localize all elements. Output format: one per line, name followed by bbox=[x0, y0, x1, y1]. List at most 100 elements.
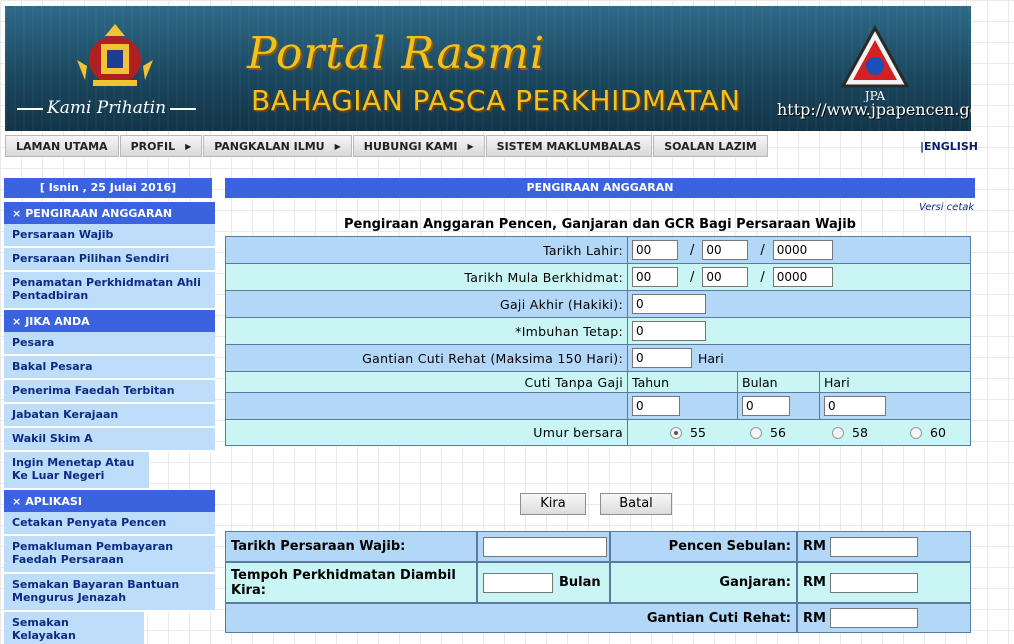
nav-sistem-maklumbalas[interactable]: SISTEM MAKLUMBALAS bbox=[485, 135, 653, 157]
sidebar-item-wakil-skim[interactable]: Wakil Skim A bbox=[4, 428, 215, 452]
radio-icon bbox=[910, 426, 922, 439]
row-cuti-tanpa-gaji-inputs bbox=[226, 393, 970, 420]
radio-icon bbox=[750, 426, 762, 439]
nav-hubungi-kami[interactable]: HUBUNGI KAMI ▶ bbox=[352, 135, 485, 157]
sidebar-item-pesara[interactable]: Pesara bbox=[4, 332, 215, 356]
nav-soalan-lazim[interactable]: SOALAN LAZIM bbox=[653, 135, 768, 157]
hari-label: Hari bbox=[824, 374, 850, 390]
triangle-right-icon: ▶ bbox=[467, 141, 474, 151]
cross-icon: × bbox=[12, 206, 22, 220]
sidebar-item-persaraan-pilihan[interactable]: Persaraan Pilihan Sendiri bbox=[4, 248, 215, 272]
sidebar: × PENGIRAAN ANGGARAN Persaraan Wajib Pers… bbox=[4, 202, 215, 644]
sidebar-heading-aplikasi: × APLIKASI bbox=[4, 490, 215, 512]
umur-55-radio[interactable]: 55 bbox=[670, 425, 750, 440]
sidebar-item-cetakan-penyata[interactable]: Cetakan Penyata Pencen bbox=[4, 512, 215, 536]
calculation-form: Tarikh Lahir: / / Tarikh Mula Berkhidmat… bbox=[225, 236, 971, 446]
row-cuti-tanpa-gaji-head: Cuti Tanpa Gaji Tahun Bulan Hari bbox=[226, 372, 970, 393]
tarikh-persaraan-label: Tarikh Persaraan Wajib: bbox=[226, 532, 478, 561]
sidebar-item-bakal-pesara[interactable]: Bakal Pesara bbox=[4, 356, 215, 380]
result-table: Tarikh Persaraan Wajib: Pencen Sebulan: … bbox=[225, 531, 971, 633]
tarikh-lahir-day-input[interactable] bbox=[632, 240, 678, 260]
umur-56-radio[interactable]: 56 bbox=[750, 425, 832, 440]
date-separator: / bbox=[690, 242, 695, 258]
rm-label: RM bbox=[803, 610, 826, 626]
rm-label: RM bbox=[803, 575, 826, 590]
nav-pangkalan-ilmu[interactable]: PANGKALAN ILMU ▶ bbox=[203, 135, 352, 157]
cuti-hari-input[interactable] bbox=[824, 396, 886, 416]
triangle-right-icon: ▶ bbox=[185, 141, 192, 151]
sidebar-item-semakan-bayaran[interactable]: Semakan Bayaran Bantuan Mengurus Jenazah bbox=[4, 574, 215, 612]
tarikh-persaraan-output[interactable] bbox=[483, 536, 607, 557]
form-title: Pengiraan Anggaran Pencen, Ganjaran dan … bbox=[344, 217, 856, 232]
sidebar-item-menetap-luar[interactable]: Ingin Menetap Atau Ke Luar Negeri bbox=[4, 452, 149, 490]
main-nav: LAMAN UTAMA PROFIL ▶ PANGKALAN ILMU ▶ HUBU… bbox=[5, 135, 769, 157]
radio-icon bbox=[832, 426, 844, 439]
row-tarikh-lahir: Tarikh Lahir: / / bbox=[226, 237, 970, 264]
malaysia-crest-icon bbox=[77, 24, 153, 86]
umur-bersara-label: Umur bersara bbox=[226, 420, 628, 445]
batal-button[interactable]: Batal bbox=[600, 493, 672, 515]
tarikh-mula-label: Tarikh Mula Berkhidmat: bbox=[226, 264, 628, 290]
cuti-tahun-input[interactable] bbox=[632, 396, 680, 416]
date-separator: / bbox=[690, 269, 695, 285]
pencen-sebulan-output[interactable] bbox=[829, 536, 918, 557]
sidebar-heading-pengiraan: × PENGIRAAN ANGGARAN bbox=[4, 202, 215, 224]
gaji-akhir-input[interactable] bbox=[632, 294, 706, 314]
cross-icon: × bbox=[12, 314, 22, 328]
gantian-cuti-label: Gantian Cuti Rehat (Maksima 150 Hari): bbox=[226, 345, 628, 371]
tarikh-lahir-month-input[interactable] bbox=[702, 240, 749, 260]
result-row-3: Gantian Cuti Rehat: RM bbox=[226, 604, 970, 632]
imbuhan-input[interactable] bbox=[632, 321, 706, 341]
gantian-cuti-input[interactable] bbox=[632, 348, 692, 368]
row-imbuhan: *Imbuhan Tetap: bbox=[226, 318, 970, 345]
sidebar-item-pemakluman-pembayaran[interactable]: Pemakluman Pembayaran Faedah Persaraan bbox=[4, 536, 215, 574]
tarikh-mula-day-input[interactable] bbox=[632, 267, 678, 287]
radio-selected-icon bbox=[670, 426, 682, 439]
ganjaran-label: Ganjaran: bbox=[611, 563, 798, 602]
slogan: Kami Prihatin bbox=[13, 98, 228, 118]
section-header: PENGIRAAN ANGGARAN bbox=[225, 178, 975, 198]
imbuhan-label: *Imbuhan Tetap: bbox=[226, 318, 628, 344]
pencen-sebulan-label: Pencen Sebulan: bbox=[611, 532, 798, 561]
sidebar-heading-jika-anda: × JIKA ANDA bbox=[4, 310, 215, 332]
sidebar-item-jabatan-kerajaan[interactable]: Jabatan Kerajaan bbox=[4, 404, 215, 428]
gantian-cuti-rehat-label: Gantian Cuti Rehat: bbox=[226, 604, 798, 632]
sidebar-item-semakan-kelayakan[interactable]: Semakan Kelayakan Perubatan eMASS bbox=[4, 612, 144, 644]
site-banner: Kami Prihatin Portal Rasmi BAHAGIAN PASC… bbox=[5, 6, 971, 131]
department-title: BAHAGIAN PASCA PERKHIDMATAN bbox=[251, 84, 741, 117]
tarikh-lahir-year-input[interactable] bbox=[772, 240, 833, 260]
date-display: [ Isnin , 25 Julai 2016] bbox=[4, 178, 212, 198]
print-version-link[interactable]: Versi cetak bbox=[919, 202, 974, 213]
kira-button[interactable]: Kira bbox=[520, 493, 586, 515]
hari-unit: Hari bbox=[698, 350, 724, 366]
tahun-label: Tahun bbox=[628, 372, 738, 392]
tarikh-lahir-label: Tarikh Lahir: bbox=[226, 237, 628, 263]
english-link[interactable]: |ENGLISH bbox=[920, 140, 978, 153]
umur-60-radio[interactable]: 60 bbox=[910, 425, 946, 440]
cross-icon: × bbox=[12, 494, 22, 508]
tempoh-perkhidmatan-output[interactable] bbox=[483, 572, 553, 593]
tarikh-mula-month-input[interactable] bbox=[702, 267, 749, 287]
nav-laman-utama[interactable]: LAMAN UTAMA bbox=[5, 135, 119, 157]
result-row-1: Tarikh Persaraan Wajib: Pencen Sebulan: … bbox=[226, 532, 970, 563]
cuti-bulan-input[interactable] bbox=[742, 396, 790, 416]
bulan-unit: Bulan bbox=[559, 575, 601, 590]
cuti-tanpa-gaji-label: Cuti Tanpa Gaji bbox=[226, 372, 628, 392]
tempoh-perkhidmatan-label: Tempoh Perkhidmatan Diambil Kira: bbox=[226, 563, 478, 602]
site-url: http://www.jpapencen.gov.my bbox=[777, 100, 971, 119]
row-gaji-akhir: Gaji Akhir (Hakiki): bbox=[226, 291, 970, 318]
tarikh-mula-year-input[interactable] bbox=[772, 267, 833, 287]
row-gantian-cuti: Gantian Cuti Rehat (Maksima 150 Hari): H… bbox=[226, 345, 970, 372]
sidebar-item-penamatan[interactable]: Penamatan Perkhidmatan Ahli Pentadbiran bbox=[4, 272, 215, 310]
gantian-cuti-rehat-output[interactable] bbox=[829, 608, 918, 628]
sidebar-item-penerima-faedah[interactable]: Penerima Faedah Terbitan bbox=[4, 380, 215, 404]
nav-profil[interactable]: PROFIL ▶ bbox=[119, 135, 203, 157]
result-row-2: Tempoh Perkhidmatan Diambil Kira: Bulan … bbox=[226, 563, 970, 604]
date-separator: / bbox=[760, 242, 765, 258]
umur-58-radio[interactable]: 58 bbox=[832, 425, 910, 440]
ganjaran-output[interactable] bbox=[829, 572, 918, 593]
sidebar-item-persaraan-wajib[interactable]: Persaraan Wajib bbox=[4, 224, 215, 248]
bulan-label: Bulan bbox=[738, 372, 820, 392]
jpa-logo-icon: JPA bbox=[840, 24, 910, 102]
portal-title: Portal Rasmi bbox=[247, 28, 546, 79]
